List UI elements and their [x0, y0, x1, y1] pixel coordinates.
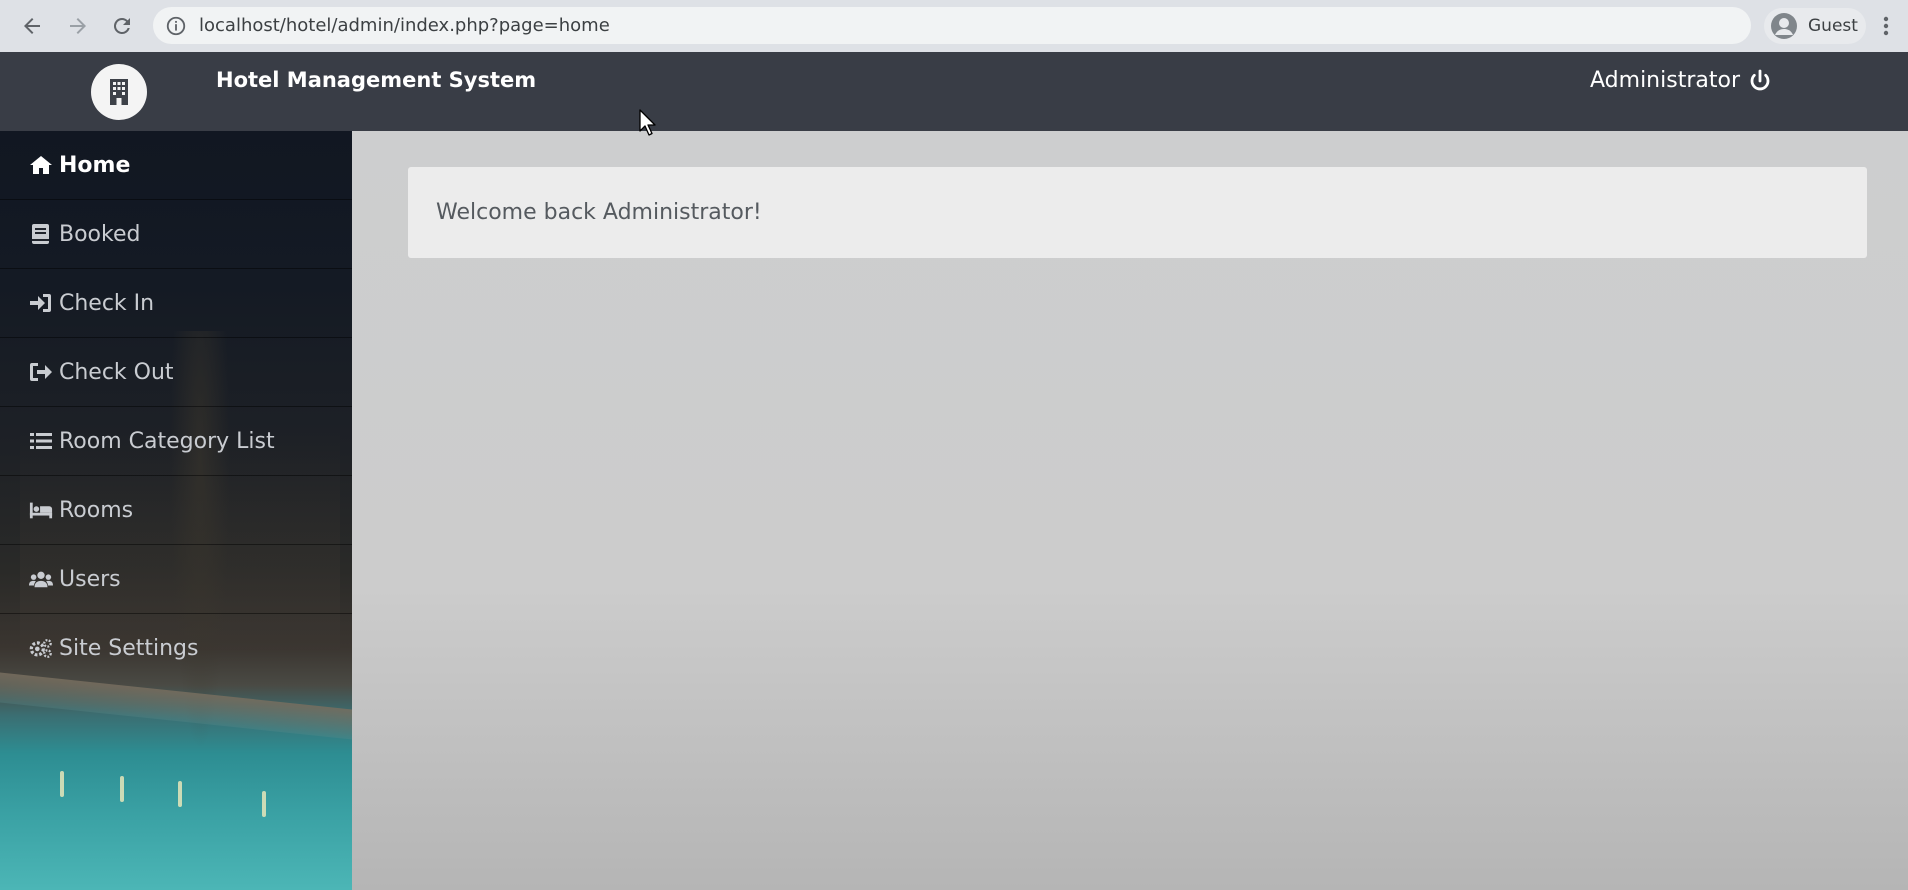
logo [91, 64, 147, 120]
sign-in-icon [29, 292, 55, 314]
pool-light-reflection [120, 776, 124, 802]
sidebar-item-check-out[interactable]: Check Out [0, 338, 352, 407]
welcome-card: Welcome back Administrator! [408, 167, 1867, 258]
arrow-left-icon [24, 18, 40, 34]
reload-button[interactable] [100, 4, 144, 48]
sidebar-item-room-category-list[interactable]: Room Category List [0, 407, 352, 476]
pool-light-reflection [262, 791, 266, 817]
info-icon[interactable] [165, 15, 187, 37]
power-icon[interactable] [1748, 69, 1772, 93]
list-icon [29, 430, 55, 452]
sidebar-item-home[interactable]: Home [0, 131, 352, 200]
browser-toolbar: localhost/hotel/admin/index.php?page=hom… [0, 0, 1908, 52]
mouse-cursor-icon [639, 109, 656, 136]
sidebar-item-check-in[interactable]: Check In [0, 269, 352, 338]
sidebar-item-label: Site Settings [59, 635, 199, 661]
sidebar-item-users[interactable]: Users [0, 545, 352, 614]
profile-label: Guest [1808, 16, 1858, 36]
sidebar-item-label: Room Category List [59, 428, 275, 454]
sidebar-item-label: Rooms [59, 497, 134, 523]
sidebar-item-booked[interactable]: Booked [0, 200, 352, 269]
forward-button[interactable] [56, 4, 100, 48]
home-icon [29, 154, 55, 176]
sidebar-item-label: Booked [59, 221, 141, 247]
profile-button[interactable]: Guest [1764, 8, 1866, 44]
admin-user-menu[interactable]: Administrator [1590, 68, 1772, 93]
reload-icon [113, 17, 130, 34]
sidebar-item-label: Home [59, 152, 131, 178]
sidebar-item-label: Check In [59, 290, 155, 316]
users-icon [29, 568, 55, 590]
welcome-message: Welcome back Administrator! [436, 200, 762, 225]
address-bar[interactable]: localhost/hotel/admin/index.php?page=hom… [153, 7, 1751, 44]
admin-user-label[interactable]: Administrator [1590, 68, 1740, 93]
back-button[interactable] [10, 4, 54, 48]
arrow-right-icon [70, 18, 86, 34]
sign-out-icon [29, 361, 55, 383]
url-text[interactable]: localhost/hotel/admin/index.php?page=hom… [199, 15, 610, 36]
main-content: Welcome back Administrator! [352, 131, 1908, 890]
avatar-icon [1771, 13, 1797, 39]
book-icon [29, 223, 55, 245]
sidebar-item-rooms[interactable]: Rooms [0, 476, 352, 545]
sidebar-item-label: Users [59, 566, 121, 592]
bed-icon [29, 499, 55, 521]
cogs-icon [29, 637, 55, 659]
sidebar-item-label: Check Out [59, 359, 174, 385]
app-header: Hotel Management System Administrator [0, 52, 1908, 131]
pool-light-reflection [178, 781, 182, 807]
pool-light-reflection [60, 771, 64, 797]
building-icon [110, 79, 128, 105]
app-title: Hotel Management System [216, 68, 537, 92]
kebab-menu-icon[interactable] [1874, 12, 1898, 40]
sidebar-item-site-settings[interactable]: Site Settings [0, 614, 352, 682]
sidebar: Home Booked Check In Check Out Room Cate… [0, 131, 352, 890]
